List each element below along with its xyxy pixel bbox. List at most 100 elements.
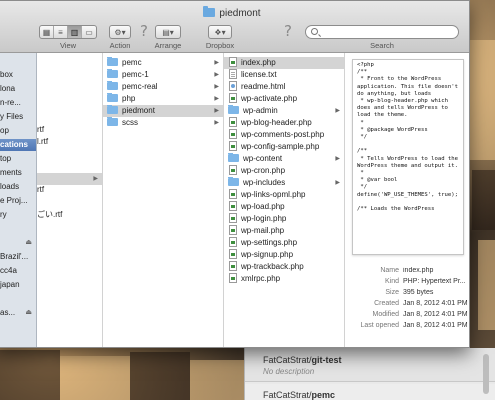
preview-column: <?php /** * Front to the WordPress appli…: [345, 53, 469, 347]
sidebar-item[interactable]: Brazil'...: [0, 251, 36, 263]
list-view-icon[interactable]: ≡: [54, 26, 68, 38]
sidebar-item[interactable]: ry: [0, 209, 36, 221]
chevron-right-icon: ▶: [214, 108, 219, 114]
list-item[interactable]: license.txt: [224, 69, 344, 81]
repo-owner: FatCatStrat/: [263, 355, 312, 365]
php-file-icon: [229, 225, 237, 235]
sidebar-item[interactable]: lona: [0, 83, 36, 95]
search-field[interactable]: [305, 25, 459, 39]
repo-row-git-test[interactable]: FatCatStrat/git-test No description: [245, 348, 495, 382]
folder-icon: [228, 177, 239, 186]
list-item-selected[interactable]: piedmont ▶: [103, 105, 223, 117]
list-item[interactable]: pemc ▶: [103, 57, 223, 69]
finder-window: piedmont ▦ ≡ ▥ ▭ View ⚙▾ Action ? ▤▾ Arr…: [0, 0, 470, 348]
info-value: Jan 8, 2012 4:01 PM: [403, 322, 468, 329]
sidebar-item-device[interactable]: ⏏: [0, 237, 36, 249]
info-value: 395 bytes: [403, 289, 434, 296]
list-item[interactable]: wp-admin ▶: [224, 105, 344, 117]
file-preview: <?php /** * Front to the WordPress appli…: [352, 59, 464, 255]
eject-icon[interactable]: ⏏: [25, 307, 32, 319]
list-item-label: scss: [122, 118, 138, 127]
arrange-label: Arrange: [154, 41, 182, 50]
list-item[interactable]: scss ▶: [103, 117, 223, 129]
list-item[interactable]: rtf: [37, 185, 44, 194]
sidebar-item[interactable]: ments: [0, 167, 36, 179]
list-item[interactable]: wp-signup.php: [224, 249, 344, 261]
list-item[interactable]: wp-login.php: [224, 213, 344, 225]
sidebar: box lona n-re... y Files op cations top …: [0, 53, 37, 347]
repo-title: FatCatStrat/git-test: [263, 355, 342, 365]
sidebar-item[interactable]: e Proj...: [0, 195, 36, 207]
sidebar-item[interactable]: n-re...: [0, 97, 36, 109]
list-item[interactable]: l.rtf: [37, 137, 48, 146]
dropbox-label: Dropbox: [205, 41, 235, 50]
chevron-right-icon: ▶: [214, 120, 219, 126]
info-value: PHP: Hypertext Pr...: [403, 278, 466, 285]
action-button[interactable]: ⚙▾: [109, 25, 131, 39]
folder-icon: [107, 69, 118, 78]
folder-icon: [107, 105, 118, 114]
scrollbar[interactable]: [483, 354, 489, 394]
folder-icon: [107, 93, 118, 102]
icon-view-icon[interactable]: ▦: [40, 26, 54, 38]
sidebar-item[interactable]: japan: [0, 279, 36, 291]
list-item[interactable]: wp-load.php: [224, 201, 344, 213]
list-item[interactable]: wp-activate.php: [224, 93, 344, 105]
repo-row-pemc[interactable]: FatCatStrat/pemc: [245, 384, 495, 400]
sidebar-item[interactable]: y Files: [0, 111, 36, 123]
action-label: Action: [109, 41, 131, 50]
list-item[interactable]: wp-includes ▶: [224, 177, 344, 189]
info-value: Jan 8, 2012 4:01 PM: [403, 300, 468, 307]
list-item[interactable]: wp-config-sample.php: [224, 141, 344, 153]
dropbox-button[interactable]: ❖▾: [208, 25, 232, 39]
list-item-selected[interactable]: ▶: [37, 173, 102, 185]
php-file-icon: [229, 213, 237, 223]
list-item[interactable]: wp-links-opml.php: [224, 189, 344, 201]
sidebar-item[interactable]: cc4a: [0, 265, 36, 277]
help-icon[interactable]: ?: [140, 22, 148, 40]
repo-title: FatCatStrat/pemc: [263, 390, 335, 400]
preview-code: <?php /** * Front to the WordPress appli…: [357, 62, 459, 213]
list-item[interactable]: wp-content ▶: [224, 153, 344, 165]
sidebar-item[interactable]: op: [0, 125, 36, 137]
list-item[interactable]: xmlrpc.php: [224, 273, 344, 285]
list-item-label: readme.html: [241, 82, 286, 91]
list-item[interactable]: pemc-1 ▶: [103, 69, 223, 81]
list-item[interactable]: wp-cron.php: [224, 165, 344, 177]
sidebar-item-label: as...: [0, 308, 16, 317]
list-item[interactable]: wp-blog-header.php: [224, 117, 344, 129]
php-file-icon: [229, 201, 237, 211]
arrange-button[interactable]: ▤▾: [155, 25, 181, 39]
sidebar-item-device[interactable]: as... ⏏: [0, 307, 36, 319]
list-item[interactable]: ごい.rtf: [37, 209, 62, 220]
list-item[interactable]: php ▶: [103, 93, 223, 105]
list-item-label: pemc-real: [122, 82, 158, 91]
info-key: Kind: [384, 278, 399, 285]
sidebar-item[interactable]: top: [0, 153, 36, 165]
list-item[interactable]: pemc-real ▶: [103, 81, 223, 93]
list-item[interactable]: wp-trackback.php: [224, 261, 344, 273]
view-label: View: [59, 41, 77, 50]
window-title: piedmont: [0, 6, 469, 19]
list-item[interactable]: wp-settings.php: [224, 237, 344, 249]
help-icon[interactable]: ?: [284, 22, 292, 40]
chevron-right-icon: ▶: [214, 84, 219, 90]
dropbox-icon: ❖▾: [214, 27, 226, 37]
list-item-label: wp-comments-post.php: [241, 130, 325, 139]
column-view-icon[interactable]: ▥: [68, 26, 82, 38]
php-file-icon: [229, 273, 237, 283]
coverflow-view-icon[interactable]: ▭: [82, 26, 96, 38]
list-item[interactable]: wp-comments-post.php: [224, 129, 344, 141]
sidebar-item-applications[interactable]: cations: [0, 139, 36, 151]
list-item[interactable]: rtf: [37, 125, 44, 134]
sidebar-item[interactable]: box: [0, 69, 36, 81]
chevron-right-icon: ▶: [335, 156, 340, 162]
sidebar-item[interactable]: loads: [0, 181, 36, 193]
list-item-label: wp-load.php: [241, 202, 285, 211]
list-item[interactable]: wp-mail.php: [224, 225, 344, 237]
list-item-selected[interactable]: index.php: [224, 57, 344, 69]
search-input[interactable]: [322, 27, 452, 37]
info-key: Last opened: [360, 322, 399, 329]
eject-icon[interactable]: ⏏: [25, 237, 32, 249]
list-item[interactable]: readme.html: [224, 81, 344, 93]
